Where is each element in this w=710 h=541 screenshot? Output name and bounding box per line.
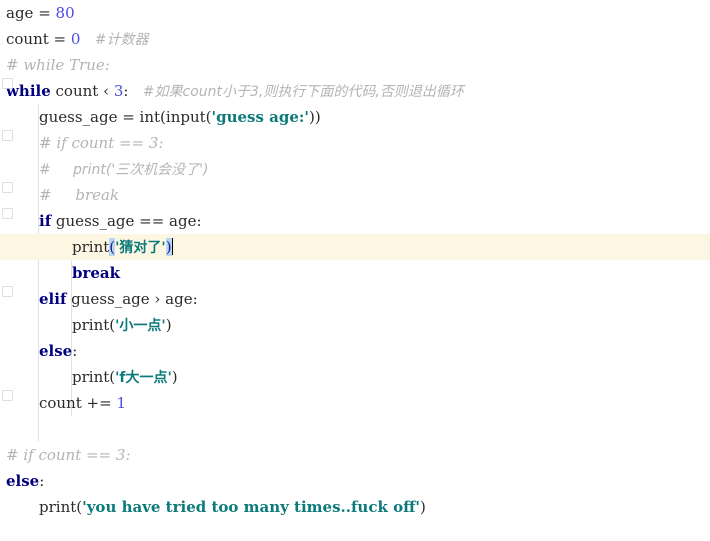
code-line[interactable]: if guess_age == age:: [0, 208, 710, 234]
code-token-plain: age:: [160, 290, 198, 308]
code-line-current[interactable]: print('猜对了'): [0, 234, 710, 260]
code-token-cmt-cn: #如果count小于3,则执行下面的代码,否则退出循环: [142, 84, 464, 100]
code-fold-marker[interactable]: [2, 286, 13, 297]
code-line[interactable]: guess_age = int(input('guess age:')): [0, 104, 710, 130]
text-caret: [171, 238, 173, 255]
code-line[interactable]: break: [0, 260, 710, 286]
code-token-plain: count: [50, 82, 104, 100]
code-token-plain: guess_age: [66, 290, 155, 308]
code-token-plain: guess_age == age:: [51, 212, 202, 230]
code-token-num: 80: [55, 4, 75, 22]
code-line[interactable]: age = 80: [0, 0, 710, 26]
code-token-plain: count =: [6, 30, 71, 48]
code-token-plain: guess_age = int(input(: [39, 108, 212, 126]
code-token-kw: else: [39, 342, 73, 360]
code-token-plain: ): [420, 498, 426, 516]
code-line[interactable]: count = 0 #计数器: [0, 26, 710, 52]
code-token-plain: print(: [72, 316, 116, 334]
code-line[interactable]: elif guess_age › age:: [0, 286, 710, 312]
code-line[interactable]: # if count == 3:: [0, 442, 710, 468]
code-line[interactable]: print('you have tried too many times..fu…: [0, 494, 710, 520]
code-token-plain: count +=: [39, 394, 117, 412]
code-token-cmt: # while True:: [6, 56, 110, 74]
code-fold-marker[interactable]: [2, 390, 13, 401]
code-area[interactable]: age = 80 count = 0 #计数器 # while True: while…: [0, 0, 710, 520]
code-token-plain: :: [72, 342, 78, 360]
code-token-plain: :: [123, 82, 143, 100]
code-line[interactable]: count += 1: [0, 390, 710, 416]
code-token-plain: )): [309, 108, 321, 126]
code-line[interactable]: # while True:: [0, 52, 710, 78]
code-token-cmt: # break: [39, 186, 120, 204]
code-line[interactable]: # if count == 3:: [0, 130, 710, 156]
code-token-kw: break: [72, 264, 121, 282]
code-token-cmt: # if count == 3:: [6, 446, 131, 464]
code-token-str-cn: '猜对了': [115, 240, 166, 256]
code-token-str: 'you have tried too many times..fuck off…: [82, 498, 420, 516]
code-line[interactable]: # print('三次机会没了'): [0, 156, 710, 182]
code-token-plain: :: [39, 472, 45, 490]
code-token-num: 0: [70, 30, 81, 48]
code-line[interactable]: print('f大一点'): [0, 364, 710, 390]
code-fold-marker[interactable]: [2, 182, 13, 193]
code-fold-marker[interactable]: [2, 130, 13, 141]
code-token-plain: print(: [39, 498, 83, 516]
code-token-kw: if: [39, 212, 52, 230]
code-token-plain: ): [165, 316, 172, 334]
code-fold-marker[interactable]: [2, 208, 13, 219]
code-line[interactable]: while count ‹ 3: #如果count小于3,则执行下面的代码,否则…: [0, 78, 710, 104]
code-token-num: 1: [116, 394, 127, 412]
code-token-plain: print(: [72, 368, 116, 386]
code-token-cmt-cn: #计数器: [94, 32, 149, 48]
code-editor[interactable]: age = 80 count = 0 #计数器 # while True: while…: [0, 0, 710, 541]
code-token-str: 'guess age:': [211, 108, 310, 126]
code-token-num: 3: [113, 82, 124, 100]
code-line[interactable]: [0, 416, 710, 442]
code-line[interactable]: else:: [0, 468, 710, 494]
code-token-str-cn: '小一点': [115, 318, 166, 334]
code-token-str-cn: 'f大一点': [115, 370, 172, 386]
code-token-plain: print: [72, 238, 110, 256]
code-line[interactable]: print('小一点'): [0, 312, 710, 338]
code-token-cmt-cn: # print('三次机会没了'): [39, 162, 209, 178]
code-token-cmt: # if count == 3:: [39, 134, 164, 152]
editor-gutter[interactable]: [0, 0, 14, 541]
code-token-kw: elif: [39, 290, 67, 308]
code-line[interactable]: else:: [0, 338, 710, 364]
code-token-plain: ): [171, 368, 178, 386]
code-line[interactable]: # break: [0, 182, 710, 208]
code-fold-marker[interactable]: [2, 78, 13, 89]
